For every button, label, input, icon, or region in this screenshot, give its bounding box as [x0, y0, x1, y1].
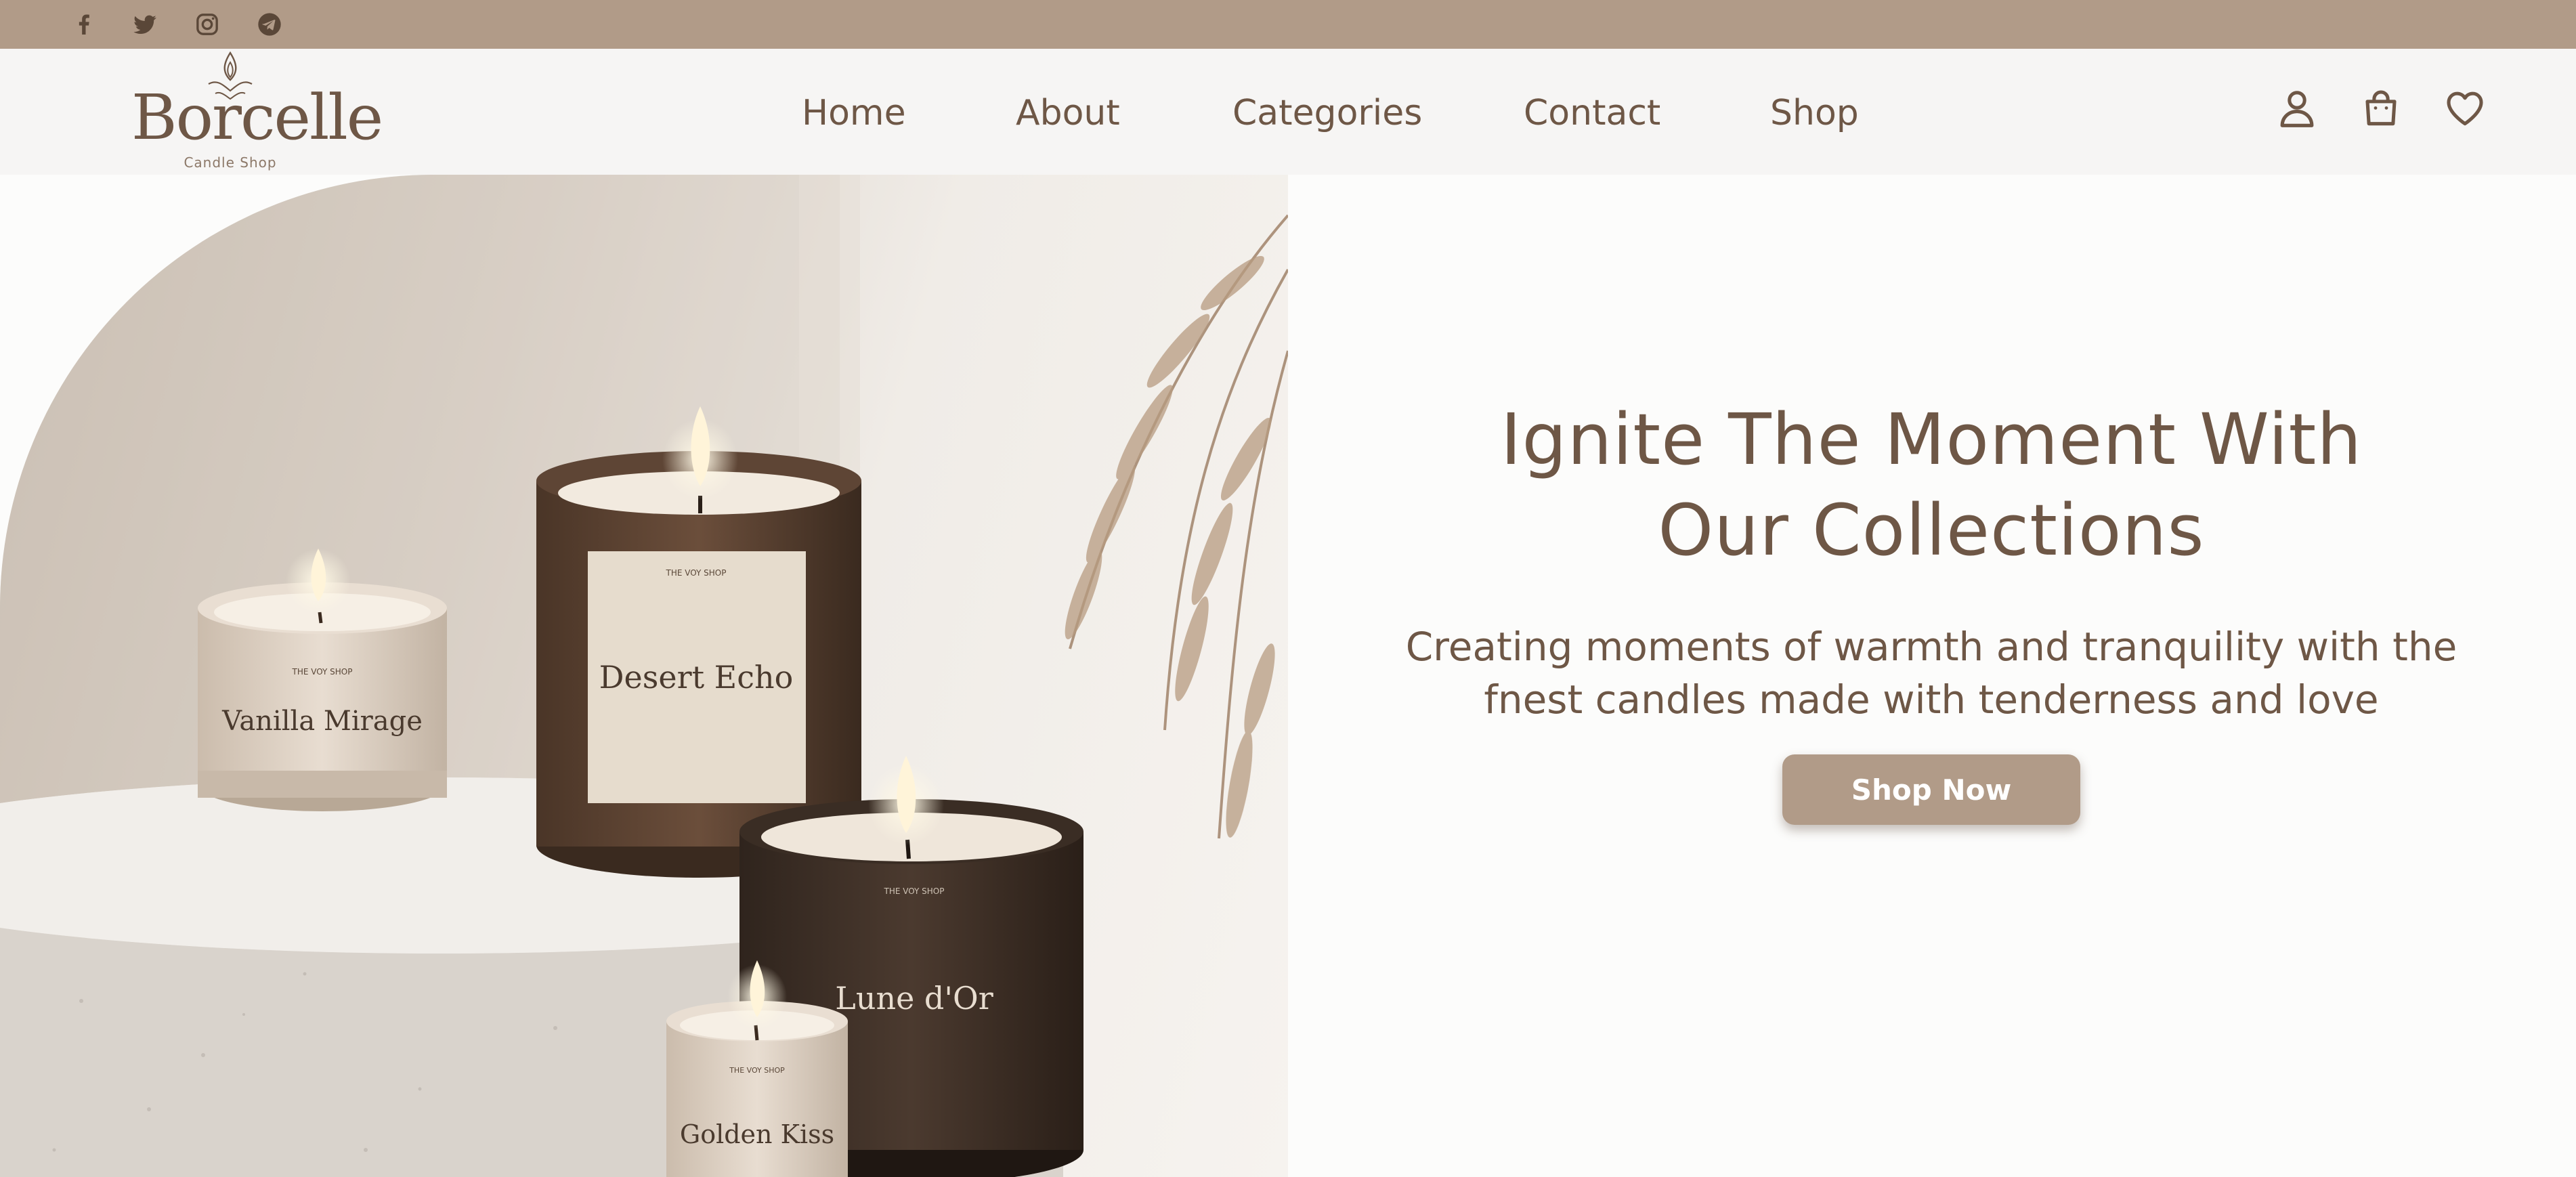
nav-about[interactable]: About	[1016, 89, 1120, 137]
brand-tagline: Candle Shop	[184, 154, 277, 171]
lune-brand-label: THE VOY SHOP	[883, 886, 944, 896]
site-header: Borcelle Candle Shop Home About Categori…	[0, 49, 2576, 175]
golden-kiss-label: Golden Kiss	[680, 1119, 834, 1149]
social-bar	[0, 0, 2576, 49]
vanilla-brand-label: THE VOY SHOP	[291, 667, 352, 677]
hero-headline-line2: Our Collections	[1658, 489, 2205, 572]
instagram-icon[interactable]	[191, 8, 223, 41]
hero-subheading-line1: Creating moments of warmth and tranquili…	[1405, 624, 2457, 670]
telegram-icon[interactable]	[253, 8, 286, 41]
desert-echo-label: Desert Echo	[599, 659, 794, 696]
hero-subheading-line2: fnest candles made with tenderness and l…	[1484, 677, 2379, 723]
nav-contact[interactable]: Contact	[1524, 89, 1660, 137]
twitter-icon[interactable]	[129, 8, 161, 41]
hero-headline-line1: Ignite The Moment With	[1500, 398, 2363, 481]
brand-logo[interactable]: Borcelle Candle Shop	[129, 51, 383, 173]
hero-headline: Ignite The Moment With Our Collections	[1341, 394, 2522, 576]
desert-brand-label: THE VOY SHOP	[665, 568, 726, 578]
golden-brand-label: THE VOY SHOP	[729, 1066, 785, 1075]
facebook-icon[interactable]	[68, 8, 100, 41]
nav-shop[interactable]: Shop	[1770, 89, 1859, 137]
hero-image: THE VOY SHOP Vanilla Mirage THE VOY SHOP…	[0, 175, 1288, 1177]
nav-categories[interactable]: Categories	[1232, 89, 1422, 137]
user-icon[interactable]	[2273, 84, 2321, 133]
lune-dor-label: Lune d'Or	[835, 980, 993, 1016]
heart-icon[interactable]	[2441, 84, 2489, 133]
shop-now-button[interactable]: Shop Now	[1782, 754, 2080, 825]
vanilla-mirage-label: Vanilla Mirage	[221, 706, 423, 737]
brand-name: Borcelle	[131, 81, 383, 154]
nav-home[interactable]: Home	[802, 89, 906, 137]
hero-subheading: Creating moments of warmth and tranquili…	[1341, 620, 2522, 726]
shopping-bag-icon[interactable]	[2357, 84, 2405, 133]
